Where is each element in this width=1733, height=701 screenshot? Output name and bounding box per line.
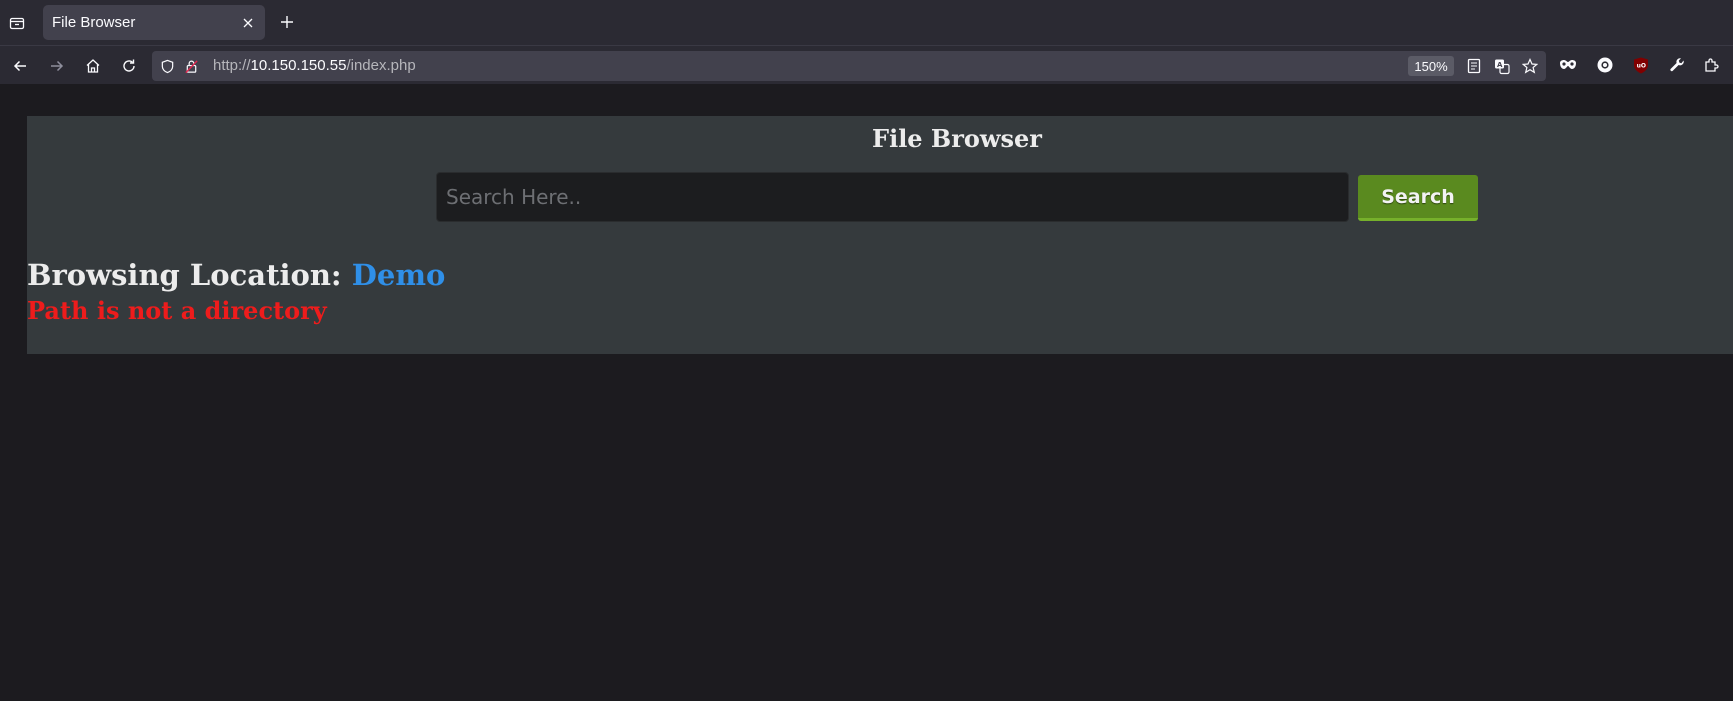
translate-icon[interactable]: A — [1494, 58, 1510, 74]
incognito-mask-icon — [1560, 60, 1576, 69]
browsing-location: Browsing Location: Demo — [27, 258, 445, 292]
arrow-left-icon — [13, 60, 26, 72]
home-icon — [86, 59, 100, 73]
arrow-right-icon — [51, 60, 64, 72]
tab-title: File Browser — [52, 14, 136, 31]
zoom-level-badge[interactable]: 150% — [1408, 56, 1454, 76]
location-label: Browsing Location: — [27, 258, 352, 292]
extension-wrench-button[interactable] — [1666, 54, 1688, 76]
tracking-protection-shield-icon[interactable] — [159, 58, 175, 74]
url-scheme: http:// — [213, 57, 251, 74]
plus-icon — [281, 16, 293, 28]
reader-view-icon[interactable] — [1466, 58, 1482, 74]
ublock-origin-icon: uO — [1634, 57, 1648, 73]
bookmark-star-icon[interactable] — [1522, 58, 1538, 74]
file-browser-panel: File Browser Search Browsing Location: D… — [27, 116, 1733, 354]
url-path: /index.php — [346, 57, 416, 74]
extension-incognito-button[interactable] — [1557, 54, 1579, 76]
back-button[interactable] — [7, 53, 33, 79]
tab-list-button[interactable] — [5, 11, 29, 35]
reload-button[interactable] — [116, 53, 142, 79]
location-value: Demo — [351, 258, 446, 292]
extensions-puzzle-icon — [1705, 58, 1719, 72]
search-input[interactable] — [436, 172, 1349, 222]
close-icon — [243, 18, 253, 28]
page-viewport: File Browser Search Browsing Location: D… — [0, 84, 1733, 701]
svg-text:uO: uO — [1637, 62, 1646, 69]
tab-list-icon — [9, 17, 25, 30]
insecure-lock-icon[interactable] — [183, 58, 199, 74]
url-text[interactable]: http://10.150.150.55/index.php — [213, 57, 416, 74]
search-button[interactable]: Search — [1358, 175, 1478, 221]
page-title: File Browser — [872, 124, 1042, 153]
wrench-icon — [1670, 58, 1684, 72]
svg-text:A: A — [1497, 60, 1503, 68]
extension-ublock-button[interactable]: uO — [1630, 54, 1652, 76]
url-bar[interactable]: http://10.150.150.55/index.php 150% A — [152, 51, 1546, 81]
extension-circle-o-button[interactable] — [1594, 54, 1616, 76]
url-host: 10.150.150.55 — [250, 57, 347, 74]
navigation-toolbar: http://10.150.150.55/index.php 150% A uO — [0, 46, 1733, 84]
home-button[interactable] — [80, 53, 106, 79]
tab-strip: File Browser — [0, 0, 1733, 46]
circle-o-extension-icon — [1597, 57, 1613, 73]
forward-button[interactable] — [44, 53, 70, 79]
reload-icon — [123, 59, 135, 72]
error-message: Path is not a directory — [27, 296, 327, 325]
tab-close-button[interactable] — [239, 14, 257, 32]
extensions-menu-button[interactable] — [1701, 54, 1723, 76]
new-tab-button[interactable] — [276, 11, 298, 33]
tab-file-browser[interactable]: File Browser — [43, 5, 265, 40]
